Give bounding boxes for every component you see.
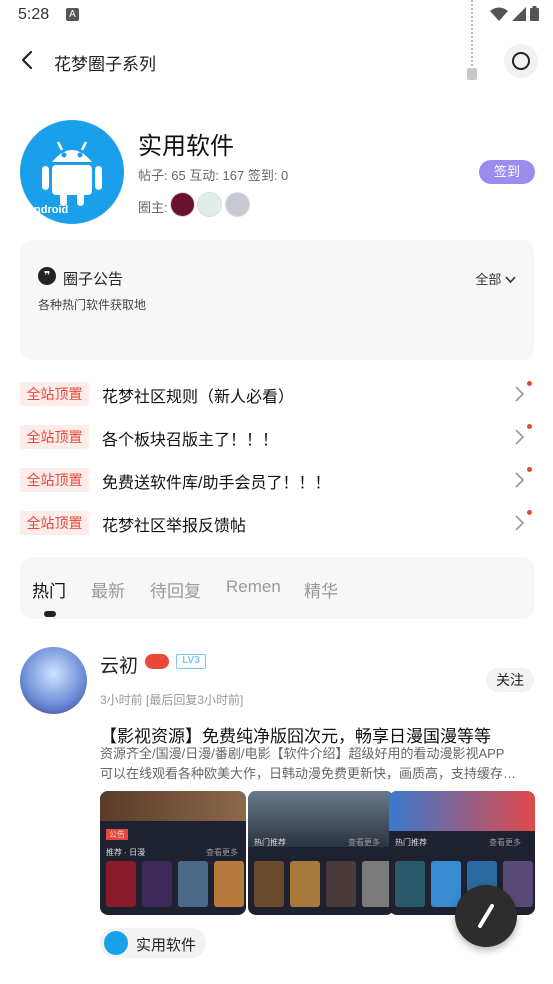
group-stats: 帖子: 65 互动: 167 签到: 0 [138, 168, 289, 183]
notice-text: 各种热门软件获取地 [38, 298, 147, 312]
pin-tag: 全站顶置 [20, 511, 89, 535]
pen-icon [478, 904, 494, 928]
signin-button[interactable]: 签到 [479, 160, 535, 184]
post-body-line: 可以在线观看各种欧美大作，日韩动漫免费更新快，画质高，支持缓存… [100, 766, 517, 781]
compose-button[interactable] [455, 885, 517, 947]
author-name[interactable]: 云初 [100, 651, 138, 678]
notice-title: 圈子公告 [63, 271, 124, 288]
notice-expand[interactable]: 全部 [475, 269, 516, 288]
pin-title: 花梦社区举报反馈帖 [102, 518, 247, 535]
notice-card[interactable]: ❞ 圈子公告 全部 各种热门软件获取地 [20, 240, 534, 360]
unread-dot [527, 510, 532, 515]
topic-tag-label: 实用软件 [136, 937, 197, 954]
owner-avatar[interactable] [197, 192, 222, 217]
tab-remen[interactable]: Remen [226, 577, 281, 597]
pin-title: 免费送软件库/助手会员了！！！ [102, 475, 331, 492]
circle-icon [512, 52, 530, 70]
author-avatar[interactable] [20, 647, 87, 714]
image-label: 查看更多 [489, 838, 521, 847]
author-badge [145, 654, 169, 669]
post-body-line: 资源齐全/国漫/日漫/番剧/电影【软件介绍】超级好用的看动漫影视APP [100, 746, 505, 761]
pin-title: 花梦社区规则（新人必看） [102, 389, 295, 406]
owner-avatar[interactable] [225, 192, 250, 217]
chevron-right-icon [515, 386, 525, 402]
post-image[interactable]: 公告 推荐 · 日漫 查看更多 [100, 791, 246, 915]
chevron-down-icon [505, 276, 516, 284]
back-arrow-icon[interactable] [16, 48, 40, 72]
page-title: 花梦圈子系列 [54, 55, 156, 74]
image-label: 查看更多 [206, 848, 238, 857]
level-badge: LV3 [176, 654, 206, 669]
tab-featured[interactable]: 精华 [304, 577, 338, 602]
group-name: 实用软件 [138, 133, 234, 160]
follow-button[interactable]: 关注 [486, 668, 534, 692]
tab-bar: 热门 最新 待回复 Remen 精华 [20, 557, 534, 619]
wifi-icon [490, 7, 508, 21]
tab-latest[interactable]: 最新 [91, 577, 125, 602]
status-icons [490, 6, 539, 21]
topic-tag[interactable]: 实用软件 [100, 928, 206, 958]
notification-icon: A [66, 8, 79, 21]
pull-cord[interactable] [471, 0, 475, 70]
pin-tag: 全站顶置 [20, 382, 89, 406]
image-label: 热门推荐 [395, 838, 427, 847]
pin-title: 各个板块召版主了！！！ [102, 432, 279, 449]
status-time: 5:28 [18, 6, 50, 23]
post-image[interactable]: 热门推荐 查看更多 [248, 791, 394, 915]
pinned-item[interactable]: 全站顶置 免费送软件库/助手会员了！！！ [20, 465, 534, 495]
battery-icon [530, 6, 539, 21]
pull-cord-handle[interactable] [467, 68, 477, 80]
image-label: 查看更多 [348, 838, 380, 847]
chevron-right-icon [515, 472, 525, 488]
pinned-item[interactable]: 全站顶置 各个板块召版主了！！！ [20, 422, 534, 452]
post-body[interactable]: 资源齐全/国漫/日漫/番剧/电影【软件介绍】超级好用的看动漫影视APP 可以在线… [100, 744, 534, 784]
post-time: 3小时前 [最后回复3小时前] [100, 693, 244, 707]
tab-indicator [44, 611, 56, 617]
signal-icon [512, 6, 526, 21]
image-label: 公告 [106, 829, 128, 840]
pin-tag: 全站顶置 [20, 425, 89, 449]
more-button[interactable] [504, 44, 538, 78]
pinned-item[interactable]: 全站顶置 花梦社区规则（新人必看） [20, 379, 534, 409]
unread-dot [527, 467, 532, 472]
pinned-item[interactable]: 全站顶置 花梦社区举报反馈帖 [20, 508, 534, 538]
group-logo: ndroid [20, 120, 124, 224]
chevron-right-icon [515, 515, 525, 531]
android-icon [104, 931, 128, 955]
pin-tag: 全站顶置 [20, 468, 89, 492]
unread-dot [527, 381, 532, 386]
notice-all-label: 全部 [475, 272, 502, 287]
logo-text: ndroid [34, 204, 69, 216]
tab-hot[interactable]: 热门 [32, 577, 66, 602]
image-label: 推荐 · 日漫 [106, 848, 146, 857]
image-label: 热门推荐 [254, 838, 286, 847]
quote-icon: ❞ [38, 267, 56, 285]
unread-dot [527, 424, 532, 429]
owner-avatar[interactable] [170, 192, 195, 217]
owner-label: 圈主: [138, 200, 168, 215]
chevron-right-icon [515, 429, 525, 445]
tab-pending-reply[interactable]: 待回复 [150, 577, 201, 602]
